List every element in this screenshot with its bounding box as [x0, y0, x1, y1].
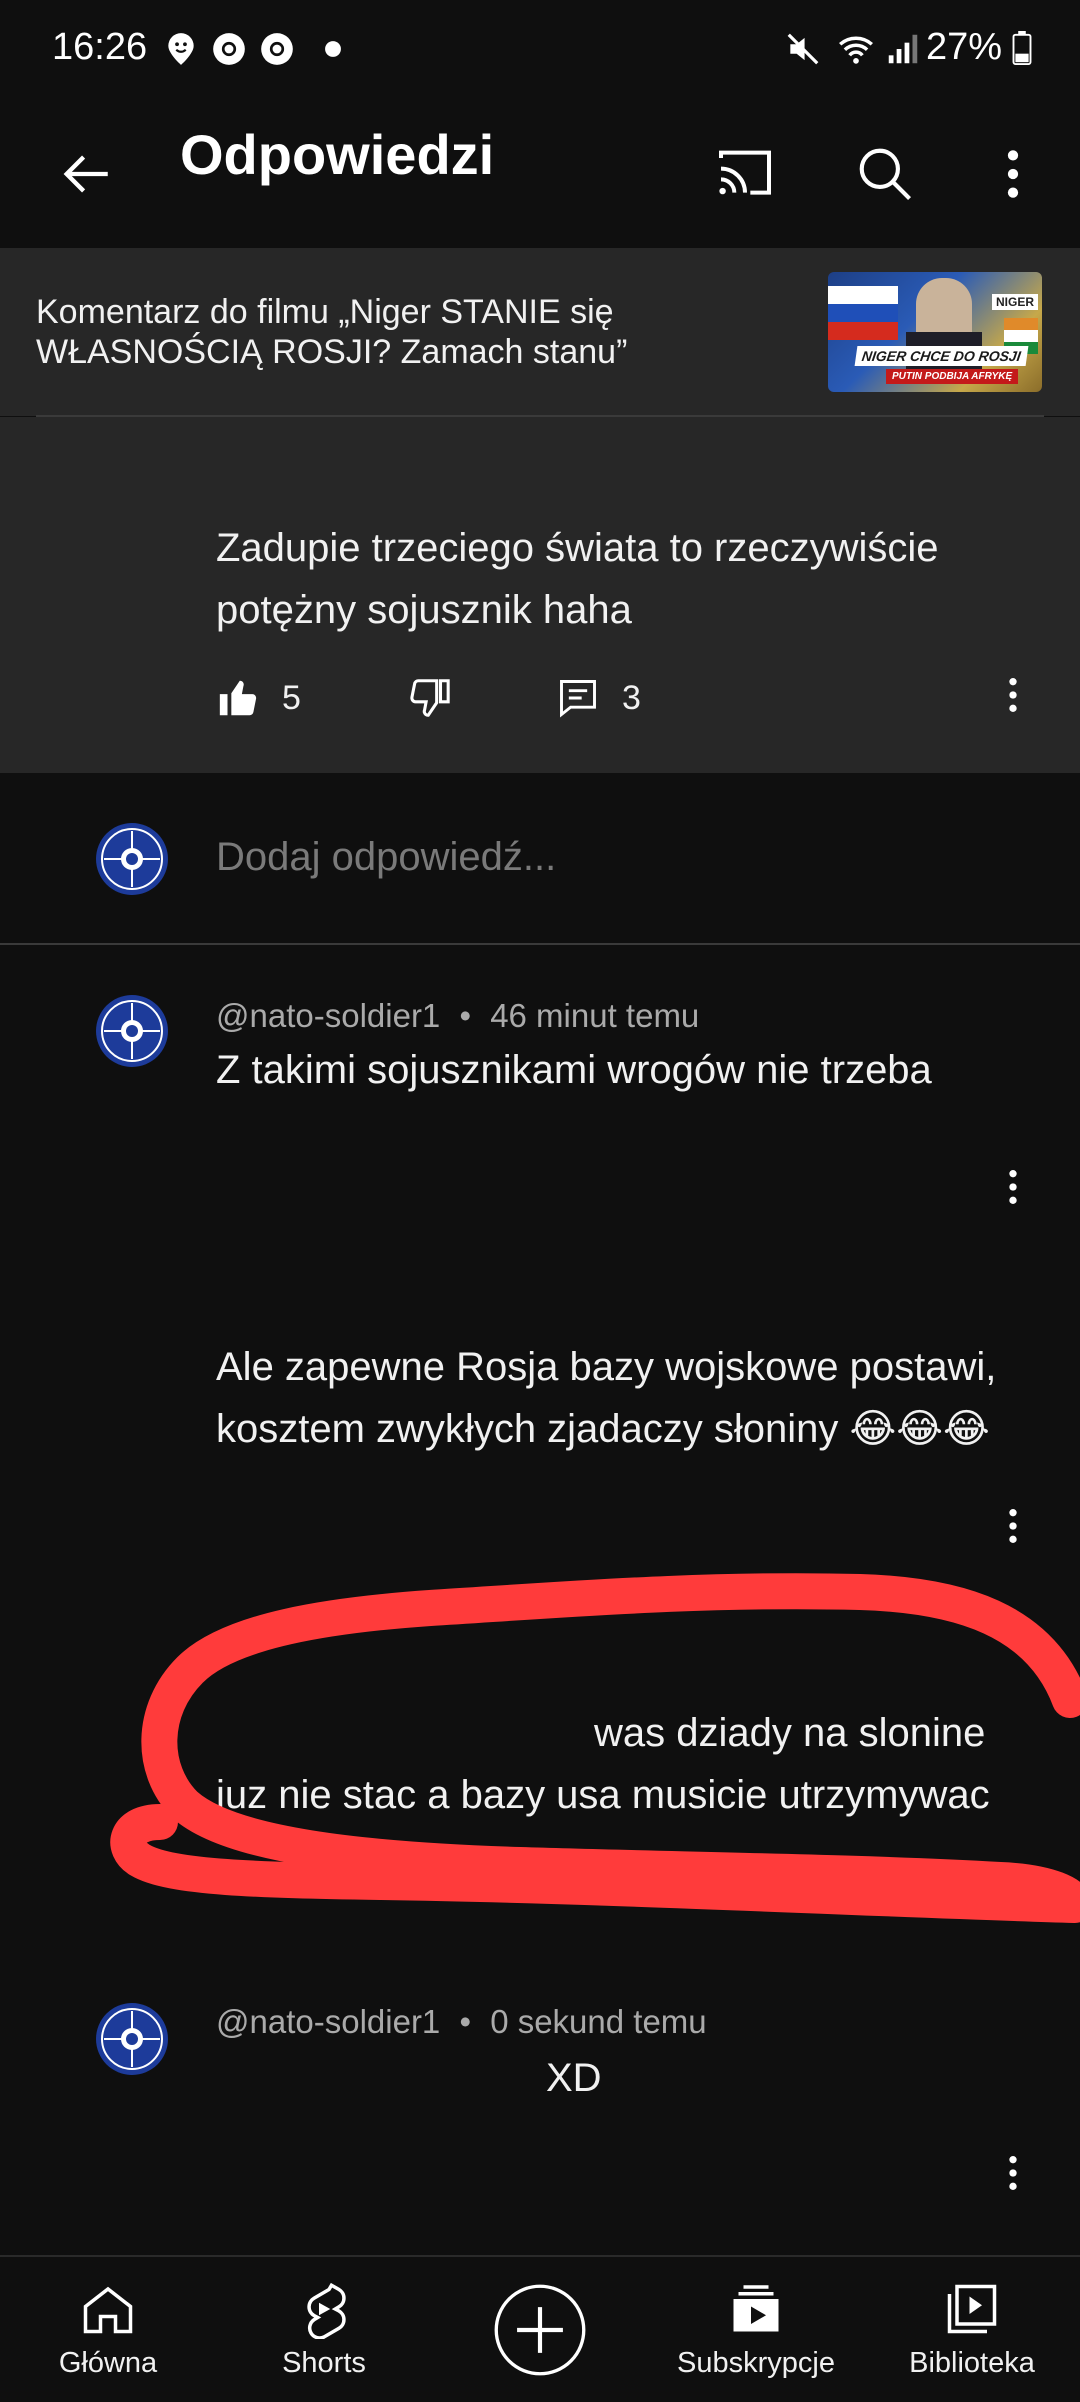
wifi-icon	[839, 36, 873, 64]
shorts-icon	[307, 2282, 346, 2339]
avatar	[96, 823, 168, 895]
nav-shorts[interactable]: Shorts	[216, 2257, 432, 2402]
reply-more-button[interactable]	[1006, 1860, 1046, 1910]
meta-separator: •	[459, 997, 472, 1034]
thumbnail-subcaption: PUTIN PODBIJA AFRYKĘ	[886, 369, 1019, 384]
nav-home-label: Główna	[58, 2347, 158, 2379]
reply-comment: Ale zapewne Rosja bazy wojskowe postawi,…	[0, 1300, 1080, 1570]
reply-comment: @nato-soldier1 • 46 minut temu Z takimi …	[0, 945, 1080, 1225]
nato-logo-icon	[101, 828, 163, 890]
video-header[interactable]: Komentarz do filmu „Niger STANIE się WŁA…	[0, 248, 1080, 416]
nav-home[interactable]: Główna	[0, 2257, 216, 2402]
reply-meta: @nato-soldier1 • 0 sekund temu	[216, 2003, 707, 2041]
nato-logo-icon	[101, 1000, 163, 1062]
reply-meta: @nato-soldier1 • 46 minut temu	[216, 997, 699, 1035]
home-icon	[83, 2286, 133, 2334]
comment-text: Zadupie trzeciego świata to rzeczywiście…	[216, 526, 939, 632]
cast-icon	[719, 150, 771, 195]
search-button[interactable]	[840, 126, 930, 222]
back-arrow-icon	[63, 155, 108, 193]
nav-subscriptions-label: Subskrypcje	[677, 2347, 835, 2379]
comment-actions: 5 3	[216, 675, 641, 721]
flag-stripe-white-2	[1004, 330, 1038, 342]
nav-library-label: Biblioteka	[909, 2347, 1035, 2379]
nav-subscriptions[interactable]: Subskrypcje	[648, 2257, 864, 2402]
like-button[interactable]: 5	[216, 675, 406, 721]
flag-stripe-white	[828, 286, 898, 304]
thumbnail-tag: NIGER	[991, 294, 1038, 310]
reply-more-button[interactable]	[1006, 2153, 1046, 2203]
more-vert-icon	[1009, 1863, 1017, 1897]
flag-stripe-red	[828, 322, 898, 340]
reply-comment: was dziady na slonine juz nie stac a baz…	[0, 1640, 1080, 1900]
like-count: 5	[282, 678, 301, 717]
reply-comment: @nato-soldier1 • 0 sekund temu XD	[0, 1953, 1080, 2213]
status-time: 16:26	[52, 26, 148, 68]
dislike-button[interactable]	[406, 675, 556, 721]
back-button[interactable]	[44, 126, 128, 222]
nato-logo-icon	[101, 2008, 163, 2070]
comment-bubble-icon	[560, 680, 596, 718]
reply-author[interactable]: @nato-soldier1	[216, 997, 440, 1034]
location-face-icon	[168, 33, 194, 65]
reply-author[interactable]: @nato-soldier1	[216, 2003, 440, 2040]
mute-icon	[787, 33, 819, 65]
avatar[interactable]	[96, 2003, 168, 2075]
battery-icon	[1012, 30, 1032, 65]
meta-separator: •	[459, 2003, 472, 2040]
thumbs-up-filled-icon	[219, 680, 257, 716]
reply-more-button[interactable]	[1006, 1506, 1046, 1556]
reply-text: XD	[546, 2056, 602, 2100]
battery-percent: 27%	[925, 26, 1002, 68]
reply-text-line1: was dziady na slonine	[594, 1711, 986, 1755]
reply-text-line2: juz nie stac a bazy usa musicie utrzymyw…	[216, 1773, 990, 1817]
comment-more-button[interactable]	[1006, 675, 1020, 720]
video-thumbnail[interactable]: NIGER NIGER CHCE DO ROSJI PUTIN PODBIJA …	[828, 272, 1042, 392]
nav-create[interactable]	[432, 2257, 648, 2402]
reply-time: 46 minut temu	[490, 997, 700, 1034]
chrome-icon	[213, 33, 245, 65]
add-reply-row[interactable]: Dodaj odpowiedź...	[0, 773, 1080, 945]
cast-button[interactable]	[700, 126, 790, 222]
reply-text: Ale zapewne Rosja bazy wojskowe postawi,…	[216, 1345, 997, 1451]
reply-input[interactable]: Dodaj odpowiedź...	[216, 835, 556, 880]
status-bar: 16:26 27%	[0, 0, 1080, 100]
battery-indicator: 27%	[926, 26, 1032, 69]
library-icon	[947, 2284, 997, 2334]
more-vert-icon	[1009, 678, 1017, 712]
chrome-icon	[261, 33, 293, 65]
reply-text: Z takimi sojusznikami wrogów nie trzeba	[216, 1048, 932, 1092]
dot-icon	[325, 41, 341, 57]
page-title: Odpowiedzi	[180, 123, 495, 186]
bottom-navigation: Główna Shorts Subskrypcje Biblioteka	[0, 2255, 1080, 2402]
more-vert-icon	[1009, 1509, 1017, 1543]
subscriptions-icon	[733, 2285, 779, 2332]
reply-more-button[interactable]	[1006, 1167, 1046, 1217]
more-vert-icon	[1007, 150, 1019, 198]
more-options-button[interactable]	[976, 126, 1050, 222]
thumbs-down-icon	[410, 679, 450, 717]
more-vert-icon	[1009, 1170, 1017, 1204]
more-vert-icon	[1009, 2156, 1017, 2190]
signal-icon	[888, 34, 918, 64]
search-icon	[859, 148, 912, 201]
reply-time: 0 sekund temu	[490, 2003, 707, 2040]
thumbnail-caption: NIGER CHCE DO ROSJI	[854, 346, 1029, 366]
flag-stripe-orange	[1004, 318, 1038, 330]
create-plus-icon	[494, 2284, 586, 2375]
replies-button[interactable]: 3	[556, 676, 641, 720]
app-bar: Odpowiedzi	[0, 100, 1080, 250]
avatar[interactable]	[96, 995, 168, 1067]
flag-stripe-blue	[828, 304, 898, 322]
video-caption: Komentarz do filmu „Niger STANIE się WŁA…	[36, 293, 628, 371]
parent-comment: Zadupie trzeciego świata to rzeczywiście…	[0, 417, 1080, 773]
reply-count: 3	[622, 678, 641, 717]
nav-shorts-label: Shorts	[282, 2347, 366, 2379]
nav-library[interactable]: Biblioteka	[864, 2257, 1080, 2402]
